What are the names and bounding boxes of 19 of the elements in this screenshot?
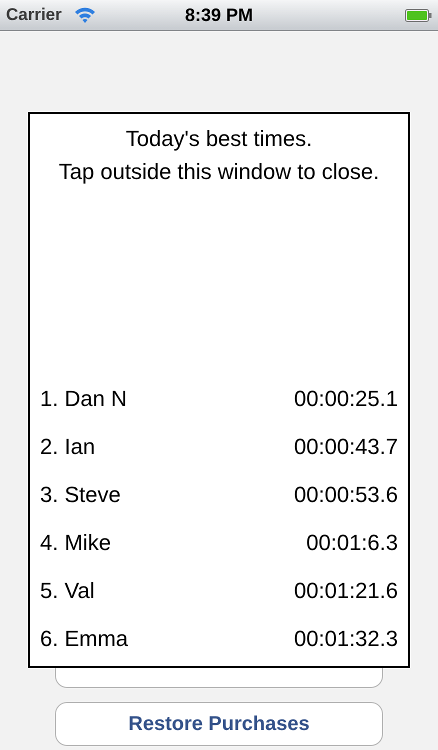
status-time: 8:39 PM — [184, 4, 254, 26]
best-time: 00:00:43.7 — [294, 432, 398, 460]
popup-title-line: Tap outside this window to close. — [58, 158, 380, 186]
best-time: 00:01:21.6 — [294, 576, 398, 604]
carrier-label: Carrier — [6, 4, 62, 26]
best-time: 00:01:32.3 — [294, 624, 398, 652]
player-name: 6. Emma — [40, 624, 128, 652]
popup-title-line: Today's best times. — [126, 125, 312, 153]
best-time: 00:00:25.1 — [294, 384, 398, 412]
battery-icon — [405, 8, 432, 22]
player-name: 2. Ian — [40, 432, 96, 460]
best-time: 00:01:6.3 — [306, 528, 398, 556]
player-name: 5. Val — [40, 576, 95, 604]
menu-button[interactable]: Restore Purchases — [55, 702, 383, 746]
player-name: 3. Steve — [40, 480, 121, 508]
player-name: 1. Dan N — [40, 384, 127, 412]
wifi-icon — [74, 7, 96, 23]
best-time: 00:00:53.6 — [294, 480, 398, 508]
player-name: 4. Mike — [40, 528, 111, 556]
